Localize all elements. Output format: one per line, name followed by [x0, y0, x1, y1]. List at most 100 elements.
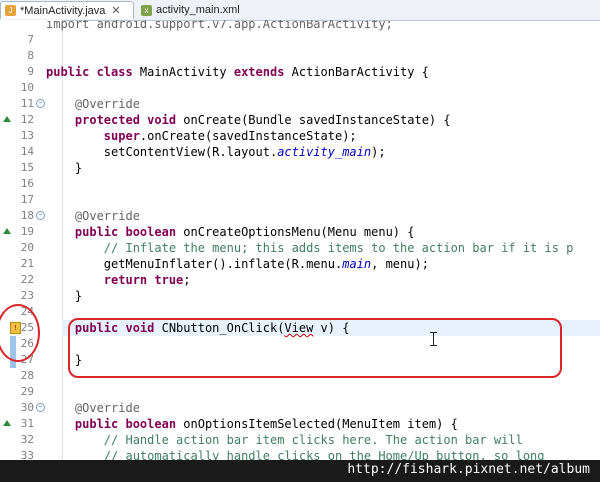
line-number: 30 — [20, 401, 34, 414]
code-token: ; — [183, 273, 191, 287]
code-line[interactable]: 16 — [0, 176, 600, 192]
line-number: 19 — [20, 225, 34, 238]
code-text: @Override — [46, 96, 140, 112]
tab-mainactivity-java[interactable]: J *MainActivity.java ✕ — [0, 1, 134, 19]
line-number: 32 — [20, 433, 34, 446]
code-line[interactable]: 33 // automatically handle clicks on the… — [0, 448, 600, 460]
code-text: // Handle action bar item clicks here. T… — [46, 432, 523, 448]
tab-label: activity_main.xml — [156, 4, 240, 16]
code-text: } — [46, 160, 82, 176]
code-token: @Override — [46, 401, 140, 415]
code-token: protected void — [46, 113, 184, 127]
code-token: public boolean — [46, 225, 184, 239]
line-number: 16 — [20, 177, 34, 190]
line-number: 23 — [20, 289, 34, 302]
code-token: getMenuInflater().inflate(R.menu. — [46, 257, 343, 271]
code-line[interactable]: 10 — [0, 80, 600, 96]
code-token: super — [46, 129, 140, 143]
line-number: 31 — [20, 417, 34, 430]
code-token: activity_main — [277, 145, 372, 159]
code-line[interactable]: 30− @Override — [0, 400, 600, 416]
line-number: 17 — [20, 193, 34, 206]
tab-activity-main-xml[interactable]: x activity_main.xml — [137, 1, 247, 19]
code-line[interactable]: 7 — [0, 32, 600, 48]
code-text: // automatically handle clicks on the Ho… — [46, 448, 545, 460]
code-token: } — [46, 161, 83, 175]
code-token: setContentView(R.layout. — [46, 145, 278, 159]
code-token: // automatically handle clicks on the Ho… — [46, 449, 545, 460]
code-text: @Override — [46, 400, 140, 416]
code-token: @Override — [46, 97, 140, 111]
line-number: 11 — [20, 97, 34, 110]
line-number: 22 — [20, 273, 34, 286]
code-token: // Inflate the menu; this adds items to … — [46, 241, 574, 255]
code-token: onCreateOptionsMenu(Menu menu) { — [183, 225, 415, 239]
code-text: } — [46, 288, 82, 304]
code-text: // Inflate the menu; this adds items to … — [46, 240, 574, 256]
code-token: } — [46, 289, 83, 303]
override-marker-icon[interactable] — [3, 228, 11, 234]
code-token: @Override — [46, 209, 140, 223]
line-number: 28 — [20, 369, 34, 382]
code-text: protected void onCreate(Bundle savedInst… — [46, 112, 451, 128]
code-line[interactable]: 12 protected void onCreate(Bundle savedI… — [0, 112, 600, 128]
line-number: 8 — [27, 49, 34, 62]
code-line[interactable]: 9 public class MainActivity extends Actio… — [0, 64, 600, 80]
override-marker-icon[interactable] — [3, 116, 11, 122]
override-marker-icon[interactable] — [3, 420, 11, 426]
line-number: 29 — [20, 385, 34, 398]
code-token: .onCreate(savedInstanceState); — [139, 129, 357, 143]
code-line[interactable]: 31 public boolean onOptionsItemSelected(… — [0, 416, 600, 432]
text-cursor-icon — [430, 332, 437, 346]
code-line[interactable]: 29 — [0, 384, 600, 400]
code-text: getMenuInflater().inflate(R.menu.main, m… — [46, 256, 429, 272]
code-text: @Override — [46, 208, 140, 224]
xml-file-icon: x — [141, 4, 152, 16]
code-editor[interactable]: import android.support.v7.app.ActionBarA… — [0, 20, 600, 460]
line-number: 14 — [20, 145, 34, 158]
editor-tab-bar: J *MainActivity.java ✕ x activity_main.x… — [0, 0, 600, 21]
code-token: onCreate(Bundle savedInstanceState) { — [183, 113, 451, 127]
line-number: 20 — [20, 241, 34, 254]
code-text: return true; — [46, 272, 191, 288]
code-line[interactable]: 19 public boolean onCreateOptionsMenu(Me… — [0, 224, 600, 240]
code-line[interactable]: 32 // Handle action bar item clicks here… — [0, 432, 600, 448]
line-number: 15 — [20, 161, 34, 174]
line-number: 13 — [20, 129, 34, 142]
code-token: MainActivity — [139, 65, 234, 79]
line-number: 12 — [20, 113, 34, 126]
tab-label: *MainActivity.java — [20, 4, 106, 17]
code-line[interactable]: 17 — [0, 192, 600, 208]
fold-toggle-icon[interactable]: − — [36, 99, 45, 108]
code-line[interactable]: 18− @Override — [0, 208, 600, 224]
code-line[interactable]: 14 setContentView(R.layout.activity_main… — [0, 144, 600, 160]
code-token: onOptionsItemSelected(MenuItem item) { — [183, 417, 458, 431]
code-text: public boolean onCreateOptionsMenu(Menu … — [46, 224, 415, 240]
code-line[interactable]: 20 // Inflate the menu; this adds items … — [0, 240, 600, 256]
line-number: 18 — [20, 209, 34, 222]
code-line[interactable]: 11− @Override — [0, 96, 600, 112]
watermark-bar: http://fishark.pixnet.net/album — [0, 460, 600, 482]
java-file-icon: J — [5, 5, 16, 16]
code-token: ); — [371, 145, 386, 159]
code-line[interactable]: 13 super.onCreate(savedInstanceState); — [0, 128, 600, 144]
code-text: public boolean onOptionsItemSelected(Men… — [46, 416, 458, 432]
code-line[interactable]: 8 — [0, 48, 600, 64]
code-line[interactable]: 22 return true; — [0, 272, 600, 288]
code-token: import android.support.v7.app.ActionBarA… — [46, 20, 393, 31]
line-number: 21 — [20, 257, 34, 270]
code-line[interactable]: 23 } — [0, 288, 600, 304]
code-token: extends — [233, 65, 292, 79]
close-tab-icon[interactable]: ✕ — [111, 4, 120, 17]
code-token: // Handle action bar item clicks here. T… — [46, 433, 523, 447]
code-text: public class MainActivity extends Action… — [46, 64, 429, 80]
code-line[interactable]: import android.support.v7.app.ActionBarA… — [0, 20, 600, 32]
fold-toggle-icon[interactable]: − — [36, 403, 45, 412]
code-text: setContentView(R.layout.activity_main); — [46, 144, 386, 160]
annotation-box — [68, 318, 562, 378]
code-line[interactable]: 15 } — [0, 160, 600, 176]
fold-toggle-icon[interactable]: − — [36, 211, 45, 220]
code-token: public boolean — [46, 417, 184, 431]
code-line[interactable]: 21 getMenuInflater().inflate(R.menu.main… — [0, 256, 600, 272]
code-token: main — [342, 257, 372, 271]
